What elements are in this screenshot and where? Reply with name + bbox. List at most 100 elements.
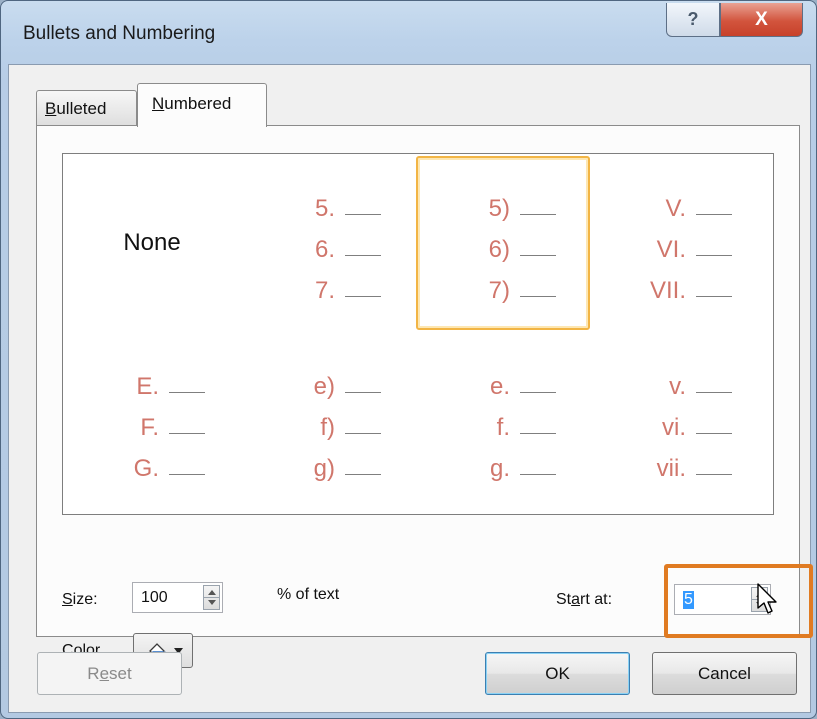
- list-item: VI.: [626, 223, 732, 264]
- numbering-style-0[interactable]: None: [65, 156, 239, 330]
- list-number: f): [320, 413, 335, 441]
- list-number: f.: [496, 413, 510, 441]
- list-item: 7.: [275, 264, 381, 305]
- numbered-panel: None 5. 6. 7. 5) 6) 7) V. VI. VII. E. F. G. e) f) g) e. f…: [36, 125, 813, 668]
- list-line: [345, 295, 381, 297]
- numbering-style-1[interactable]: 5. 6. 7.: [241, 156, 415, 330]
- none-label: None: [123, 229, 181, 256]
- list-line: [696, 391, 732, 393]
- number-list: e. f. g.: [450, 360, 556, 483]
- list-number: 7): [488, 276, 510, 304]
- mouse-cursor-icon: [757, 583, 777, 614]
- tab-bulleted[interactable]: Bulleted: [36, 90, 137, 126]
- list-number: E.: [136, 372, 159, 400]
- reset-button[interactable]: Re set: [37, 652, 182, 695]
- list-number: e): [313, 372, 335, 400]
- cancel-button[interactable]: Cancel: [652, 652, 797, 695]
- list-number: V.: [665, 194, 686, 222]
- list-number: vii.: [656, 454, 686, 482]
- tab-numbered[interactable]: Numbered: [137, 83, 267, 127]
- size-spinner[interactable]: [203, 585, 220, 610]
- list-line: [696, 432, 732, 434]
- list-item: G.: [99, 442, 205, 483]
- list-item: 7): [450, 264, 556, 305]
- numbering-style-6[interactable]: e. f. g.: [416, 334, 590, 508]
- list-line: [169, 391, 205, 393]
- start-at-label: Start at:: [556, 591, 613, 608]
- size-label: Size:: [62, 591, 98, 608]
- list-line: [520, 432, 556, 434]
- start-at-highlight: [664, 564, 813, 638]
- list-number: F.: [140, 413, 159, 441]
- list-line: [169, 473, 205, 475]
- list-number: v.: [669, 372, 686, 400]
- list-number: VI.: [656, 235, 686, 263]
- number-list: 5. 6. 7.: [275, 182, 381, 305]
- list-item: vi.: [626, 401, 732, 442]
- number-list: 5) 6) 7): [450, 182, 556, 305]
- list-line: [696, 473, 732, 475]
- list-item: f): [275, 401, 381, 442]
- number-list: V. VI. VII.: [626, 182, 732, 305]
- list-line: [520, 213, 556, 215]
- numbering-style-4[interactable]: E. F. G.: [65, 334, 239, 508]
- list-number: g.: [489, 454, 510, 482]
- list-line: [345, 213, 381, 215]
- list-line: [345, 473, 381, 475]
- list-number: 6): [488, 235, 510, 263]
- help-button[interactable]: ?: [666, 3, 720, 37]
- number-list: e) f) g): [275, 360, 381, 483]
- list-item: 6): [450, 223, 556, 264]
- list-item: VII.: [626, 264, 732, 305]
- close-button[interactable]: X: [720, 3, 803, 37]
- list-item: V.: [626, 182, 732, 223]
- numbering-gallery: None 5. 6. 7. 5) 6) 7) V. VI. VII. E. F. G. e) f) g) e. f…: [62, 153, 774, 515]
- list-item: g.: [450, 442, 556, 483]
- list-item: 5.: [275, 182, 381, 223]
- list-number: 6.: [314, 235, 335, 263]
- list-item: vii.: [626, 442, 732, 483]
- list-number: 7.: [314, 276, 335, 304]
- dialog-client: Bulleted Numbered None 5. 6. 7. 5) 6) 7) V. VI. V…: [8, 64, 813, 713]
- list-line: [520, 295, 556, 297]
- numbering-style-5[interactable]: e) f) g): [241, 334, 415, 508]
- list-line: [345, 432, 381, 434]
- list-line: [696, 295, 732, 297]
- size-value: 100: [141, 589, 168, 606]
- list-item: g): [275, 442, 381, 483]
- list-number: 5.: [314, 194, 335, 222]
- list-item: e.: [450, 360, 556, 401]
- list-item: e): [275, 360, 381, 401]
- list-number: e.: [489, 372, 510, 400]
- ok-button[interactable]: OK: [485, 652, 630, 695]
- list-item: f.: [450, 401, 556, 442]
- numbering-style-2[interactable]: 5) 6) 7): [416, 156, 590, 330]
- list-line: [520, 473, 556, 475]
- list-item: E.: [99, 360, 205, 401]
- list-line: [520, 254, 556, 256]
- size-suffix: % of text: [277, 586, 340, 603]
- list-item: 6.: [275, 223, 381, 264]
- numbering-style-3[interactable]: V. VI. VII.: [592, 156, 766, 330]
- size-stepper[interactable]: 100: [132, 582, 223, 613]
- list-line: [345, 391, 381, 393]
- list-number: VII.: [649, 276, 686, 304]
- list-line: [345, 254, 381, 256]
- number-list: v. vi. vii.: [626, 360, 732, 483]
- list-item: 5): [450, 182, 556, 223]
- close-icon: X: [755, 8, 768, 30]
- help-icon: ?: [687, 9, 699, 29]
- list-line: [696, 213, 732, 215]
- list-line: [169, 432, 205, 434]
- list-number: g): [313, 454, 335, 482]
- dialog-window: Bullets and Numbering ? X Bulleted Numbe…: [0, 0, 817, 719]
- dialog-title: Bullets and Numbering: [23, 23, 216, 44]
- list-item: F.: [99, 401, 205, 442]
- list-item: v.: [626, 360, 732, 401]
- numbering-style-7[interactable]: v. vi. vii.: [592, 334, 766, 508]
- list-number: 5): [488, 194, 510, 222]
- list-line: [696, 254, 732, 256]
- number-list: E. F. G.: [99, 360, 205, 483]
- list-number: vi.: [662, 413, 686, 441]
- list-number: G.: [133, 454, 159, 482]
